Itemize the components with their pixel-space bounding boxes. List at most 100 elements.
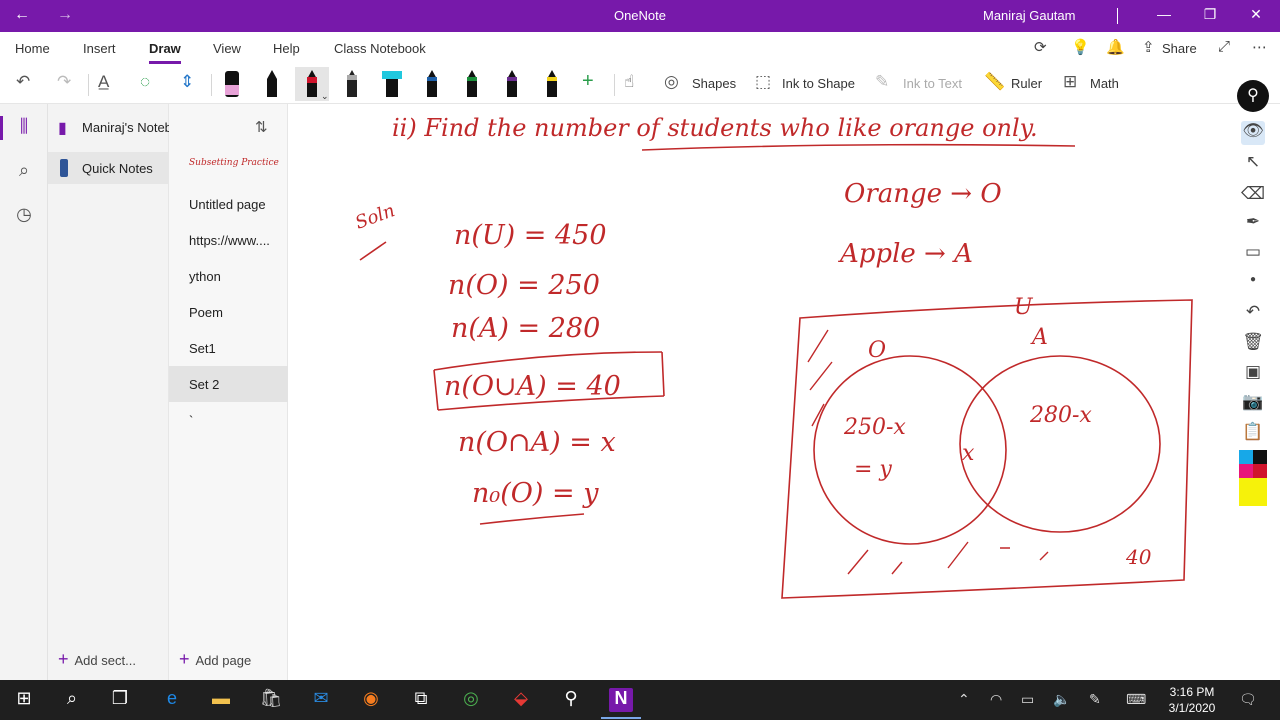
add-space-icon[interactable]: ⇕: [180, 72, 194, 92]
ink-to-shape-icon[interactable]: ⬚: [755, 72, 771, 92]
tab-draw[interactable]: Draw: [149, 41, 181, 64]
page-item[interactable]: https://www....: [169, 222, 288, 258]
page-item[interactable]: ython: [169, 258, 288, 294]
ink-to-text-button[interactable]: Ink to Text: [903, 76, 962, 91]
eraser-large-icon[interactable]: ▭: [1241, 242, 1265, 266]
pointer-select-icon[interactable]: ↖: [1241, 152, 1265, 176]
pencil-gray-icon[interactable]: [335, 67, 369, 101]
bell-icon[interactable]: 🔔: [1106, 38, 1125, 56]
pin-app-icon[interactable]: ⚲: [559, 688, 583, 712]
task-view-icon[interactable]: ❐: [108, 688, 132, 712]
tab-home[interactable]: Home: [15, 41, 50, 56]
page-item-selected[interactable]: Set 2: [169, 366, 288, 402]
chrome-icon[interactable]: ◎: [459, 688, 483, 712]
clipboard-icon[interactable]: 📋: [1241, 422, 1265, 446]
restore-icon[interactable]: ❐: [1200, 6, 1220, 23]
venn-circle-o: [813, 355, 1007, 545]
clock[interactable]: 3:16 PM 3/1/2020: [1160, 684, 1224, 716]
shapes-button[interactable]: Shapes: [692, 76, 736, 91]
pen-tool-icon[interactable]: ✒: [1241, 212, 1265, 236]
camera-icon[interactable]: 📷: [1241, 392, 1265, 416]
ink-soln-mark: [359, 241, 387, 261]
pen-blue-icon[interactable]: [415, 67, 449, 101]
windows-start-icon[interactable]: ⊞: [12, 688, 36, 712]
tab-class-notebook[interactable]: Class Notebook: [334, 41, 426, 56]
lightbulb-icon[interactable]: 💡: [1071, 38, 1090, 56]
edge-icon[interactable]: e: [160, 688, 184, 712]
file-explorer-icon[interactable]: ▬: [209, 688, 233, 712]
pen-green-icon[interactable]: [455, 67, 489, 101]
close-icon[interactable]: ✕: [1246, 6, 1266, 23]
recent-notes-icon[interactable]: ◷: [12, 204, 36, 228]
pen-tray-icon[interactable]: ✎: [1089, 691, 1101, 708]
user-name[interactable]: Maniraj Gautam: [983, 8, 1075, 23]
more-options-icon[interactable]: ⋯: [1252, 38, 1267, 56]
onenote-icon[interactable]: N: [601, 688, 641, 719]
add-pen-icon[interactable]: +: [582, 70, 594, 93]
notebooks-icon[interactable]: ⫼: [12, 116, 36, 140]
volume-icon[interactable]: 🔈: [1053, 691, 1070, 708]
svg-text:⌄: ⌄: [321, 92, 329, 101]
pen-red-icon[interactable]: ⌄: [295, 67, 329, 101]
add-section-button[interactable]: + Add sect...: [58, 649, 136, 670]
math-icon[interactable]: ⊞: [1063, 72, 1077, 92]
page-canvas[interactable]: ii) Find the number of students who like…: [288, 104, 1236, 680]
eraser-icon[interactable]: ⌫: [1241, 184, 1265, 208]
highlighter-cyan-icon[interactable]: [375, 67, 409, 101]
eye-icon[interactable]: 👁: [1241, 121, 1265, 145]
tab-view[interactable]: View: [213, 41, 241, 56]
clock-time: 3:16 PM: [1169, 685, 1215, 699]
color-swatch-icon[interactable]: [1239, 450, 1267, 510]
pen-yellow-icon[interactable]: [535, 67, 569, 101]
search-icon[interactable]: ⌕: [60, 688, 84, 712]
ruler-icon[interactable]: 📏: [984, 72, 1005, 92]
type-select-icon[interactable]: A̲: [98, 72, 109, 92]
chevron-up-icon[interactable]: ⌃: [958, 691, 970, 708]
rail-selected-indicator: [0, 116, 3, 140]
venn-o-only-eq: = y: [854, 457, 892, 482]
tab-insert[interactable]: Insert: [83, 41, 116, 56]
page-item[interactable]: Set1: [169, 330, 288, 366]
firefox-icon[interactable]: ◉: [359, 688, 383, 712]
highlighter-pink-icon[interactable]: [215, 67, 249, 101]
page-item[interactable]: Poem: [169, 294, 288, 330]
lasso-select-icon[interactable]: ◌: [140, 72, 150, 92]
share-button[interactable]: Share: [1162, 41, 1197, 56]
sync-icon[interactable]: ⟳: [1034, 38, 1047, 56]
keyboard-icon[interactable]: ⌨: [1126, 691, 1146, 708]
redo-icon[interactable]: ↷: [57, 72, 71, 92]
expand-icon[interactable]: ⤢: [1218, 38, 1230, 55]
ink-to-text-icon[interactable]: ✎: [875, 72, 889, 92]
shapes-icon[interactable]: ◎: [664, 72, 679, 92]
share-icon[interactable]: ⇪: [1142, 38, 1155, 56]
notifications-icon[interactable]: 🗨: [1239, 691, 1257, 708]
pin-icon[interactable]: ⚲: [1237, 80, 1269, 112]
pen-purple-icon[interactable]: [495, 67, 529, 101]
trash-icon[interactable]: 🗑: [1241, 332, 1265, 356]
tab-help[interactable]: Help: [273, 41, 300, 56]
add-page-button[interactable]: + Add page: [179, 649, 251, 670]
undo-icon[interactable]: ↶: [16, 72, 30, 92]
network-app-icon[interactable]: ⧉: [409, 688, 433, 712]
page-item[interactable]: `: [169, 402, 288, 438]
dot-icon[interactable]: ●: [1241, 274, 1265, 298]
undo-icon[interactable]: ↶: [1241, 302, 1265, 326]
page-item[interactable]: Untitled page: [169, 186, 288, 222]
touch-draw-icon[interactable]: ☝: [624, 72, 634, 92]
taskbar: ⊞ ⌕ ❐ e ▬ 🛍 ✉ ◉ ⧉ ◎ ⬙ ⚲ N ⌃ ◠ ▭ 🔈 ✎ ⌨ 3:…: [0, 680, 1280, 720]
pen-black-icon[interactable]: [255, 67, 289, 101]
minimize-icon[interactable]: —: [1154, 6, 1174, 22]
store-icon[interactable]: 🛍: [259, 688, 283, 712]
section-item-quick-notes[interactable]: Quick Notes: [48, 152, 169, 184]
screen-icon[interactable]: ▣: [1241, 362, 1265, 386]
wifi-icon[interactable]: ◠: [990, 691, 1002, 708]
ruler-button[interactable]: Ruler: [1011, 76, 1042, 91]
battery-icon[interactable]: ▭: [1021, 691, 1034, 708]
mail-icon[interactable]: ✉: [309, 688, 333, 712]
ink-to-shape-button[interactable]: Ink to Shape: [782, 76, 855, 91]
acrobat-icon[interactable]: ⬙: [509, 688, 533, 712]
math-button[interactable]: Math: [1090, 76, 1119, 91]
search-icon[interactable]: ⌕: [12, 160, 36, 184]
page-item[interactable]: Subsetting Practice: [169, 150, 288, 186]
sort-icon[interactable]: ⇅: [255, 118, 268, 136]
